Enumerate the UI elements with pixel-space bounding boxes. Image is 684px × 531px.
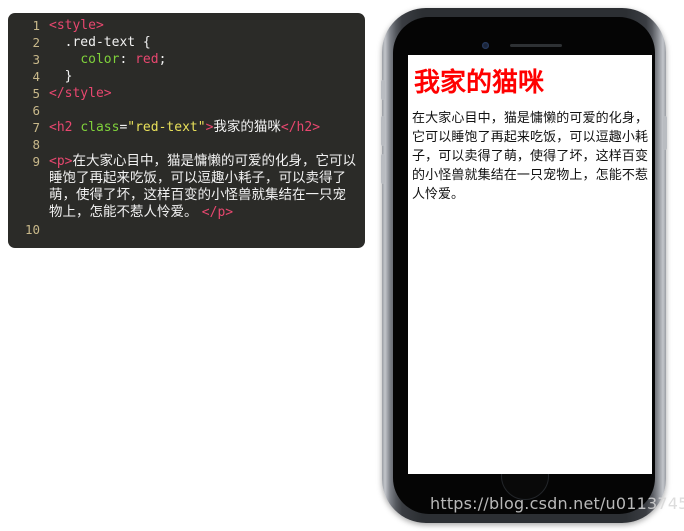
code-token-tag: </style> — [49, 86, 112, 101]
code-line[interactable]: 9 <p>在大家心目中，猫是慵懒的可爱的化身，它可以睡饱了再起来吃饭，可以逗趣小耗… — [8, 153, 365, 221]
phone-power-button — [663, 116, 667, 150]
phone-mockup: 我家的猫咪 在大家心目中，猫是慵懒的可爱的化身，它可以睡饱了再起来吃饭，可以逗趣… — [381, 8, 667, 523]
phone-camera-icon — [482, 42, 489, 49]
code-token-tag: </p> — [201, 205, 234, 220]
code-line-text[interactable]: color: red; — [49, 51, 365, 68]
code-line-text[interactable]: <h2 class="red-text">我家的猫咪</h2> — [49, 119, 365, 136]
code-line-number: 5 — [32, 86, 40, 101]
phone-silent-switch — [381, 80, 385, 100]
code-line[interactable]: 3 color: red; — [8, 51, 365, 68]
code-token-tag: <h2 — [49, 120, 81, 135]
code-token-str: "red-text" — [127, 120, 206, 135]
code-line[interactable]: 7 <h2 class="red-text">我家的猫咪</h2> — [8, 119, 365, 136]
code-line-number: 3 — [32, 52, 40, 67]
code-line-text[interactable]: .red-text { — [49, 34, 365, 51]
code-line-number: 1 — [32, 18, 40, 33]
code-token-prop: color — [80, 52, 120, 67]
code-line-number: 9 — [32, 154, 40, 169]
code-line-number: 2 — [32, 35, 40, 50]
code-line[interactable]: 5 </style> — [8, 85, 365, 102]
code-token-attr: class — [80, 120, 120, 135]
code-line-number: 4 — [32, 69, 40, 84]
code-line-number: 6 — [32, 103, 40, 118]
code-line-text[interactable]: <style> — [49, 17, 365, 34]
code-line-text[interactable] — [49, 136, 365, 153]
code-line-number: 10 — [24, 222, 40, 237]
phone-speaker-grille-icon — [510, 44, 562, 47]
code-line-text[interactable]: } — [49, 68, 365, 85]
phone-volume-down-button — [381, 154, 385, 184]
code-editor-panel[interactable]: 1 <style> 2 .red-text {3 color: red; 4 } 5 </… — [8, 13, 365, 248]
code-token-plain: ; — [158, 52, 167, 67]
phone-screen-preview[interactable]: 我家的猫咪 在大家心目中，猫是慵懒的可爱的化身，它可以睡饱了再起来吃饭，可以逗趣… — [408, 55, 652, 474]
code-token-cjk: 我家的猫咪 — [213, 119, 281, 135]
code-line-text[interactable] — [49, 102, 365, 119]
code-line-list[interactable]: 1 <style> 2 .red-text {3 color: red; 4 } 5 </… — [8, 17, 365, 238]
code-line[interactable]: 1 <style> — [8, 17, 365, 34]
code-token-val: red — [135, 52, 159, 67]
code-line-text[interactable]: <p>在大家心目中，猫是慵懒的可爱的化身，它可以睡饱了再起来吃饭，可以逗趣小耗子… — [49, 153, 365, 221]
code-line[interactable]: 8 — [8, 136, 365, 153]
code-line-text[interactable]: </style> — [49, 85, 365, 102]
preview-heading: 我家的猫咪 — [414, 68, 545, 98]
phone-volume-up-button — [381, 116, 385, 146]
phone-body: 我家的猫咪 在大家心目中，猫是慵懒的可爱的化身，它可以睡饱了再起来吃饭，可以逗趣… — [381, 8, 667, 523]
code-line-number: 8 — [32, 137, 40, 152]
code-line[interactable]: 10 — [8, 221, 365, 238]
code-token-plain: : — [119, 52, 136, 67]
code-line-text[interactable] — [49, 221, 365, 238]
code-token-plain: } — [49, 69, 73, 84]
preview-paragraph: 在大家心目中，猫是慵懒的可爱的化身，它可以睡饱了再起来吃饭，可以逗趣小耗子，可以… — [412, 110, 648, 202]
code-line-number: 7 — [32, 120, 40, 135]
code-token-tag: <p> — [49, 154, 73, 169]
code-line[interactable]: 6 — [8, 102, 365, 119]
code-line[interactable]: 2 .red-text { — [8, 34, 365, 51]
code-line[interactable]: 4 } — [8, 68, 365, 85]
code-token-tag: </h2> — [280, 120, 321, 135]
code-token-plain: .red-text { — [49, 35, 151, 50]
code-token-tag: <style> — [49, 18, 104, 33]
